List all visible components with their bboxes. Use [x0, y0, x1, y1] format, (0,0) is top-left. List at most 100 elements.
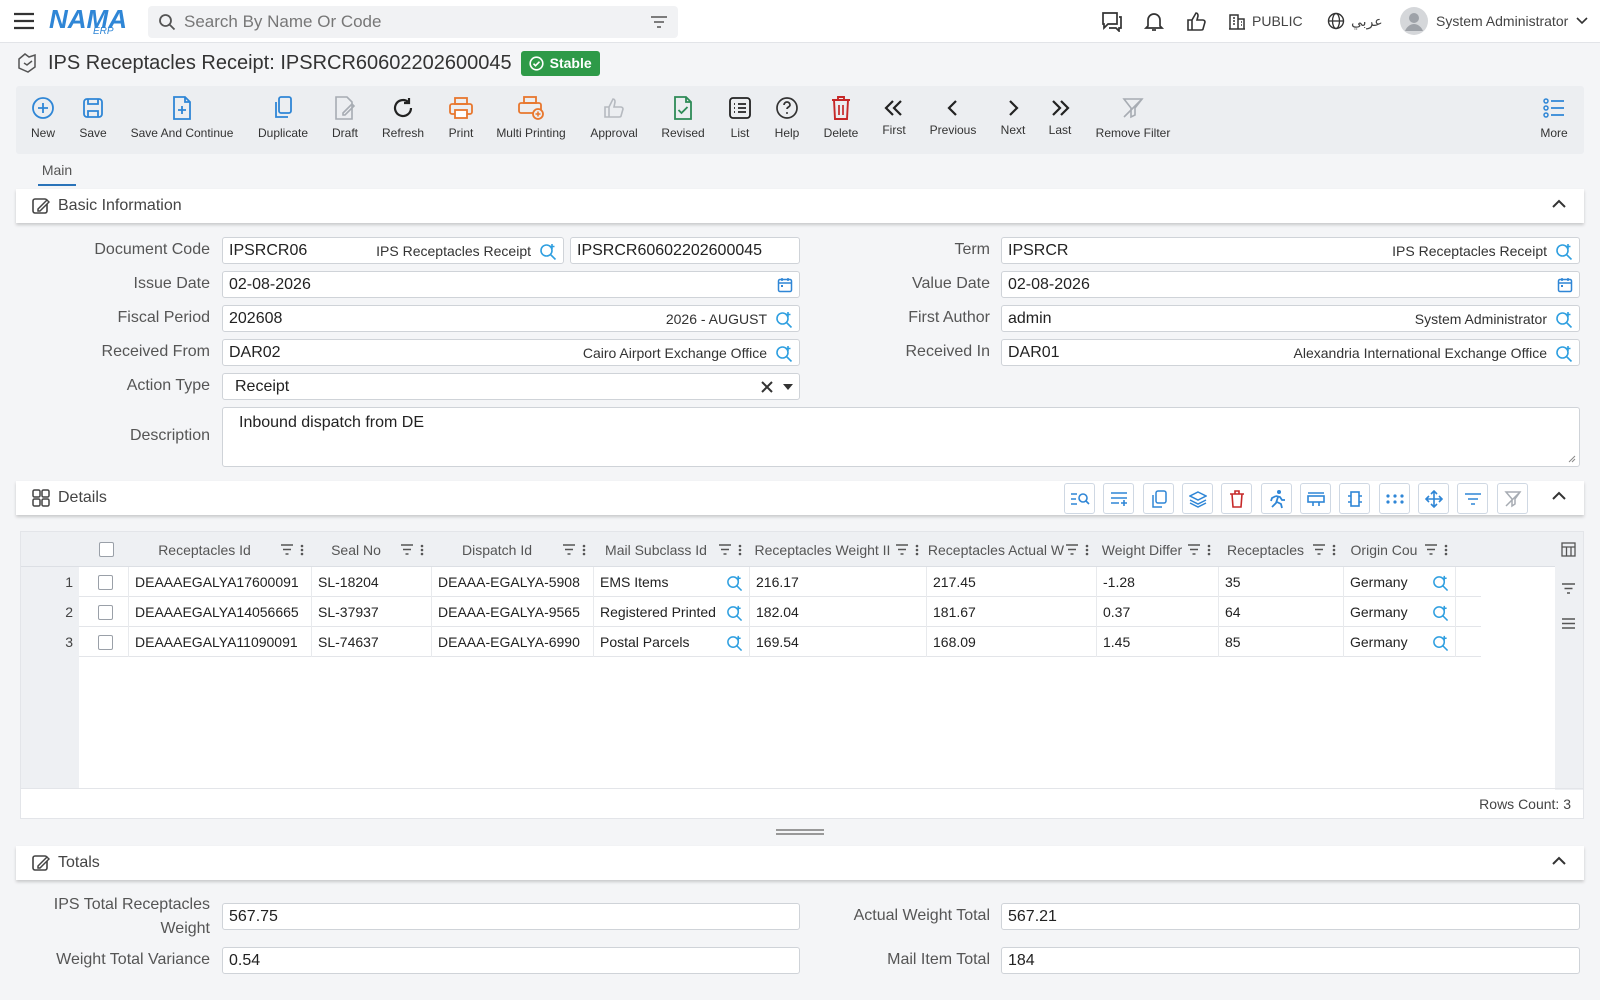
lookup-icon[interactable] [1555, 242, 1573, 260]
row-checkbox[interactable] [98, 574, 113, 590]
dispatch-id-cell[interactable]: DEAAA-EGALYA-6990 [432, 627, 594, 657]
save-button[interactable]: Save [53, 94, 133, 140]
receptacle-id-cell[interactable]: DEAAAEGALYA11090091 [129, 627, 312, 657]
run-button[interactable] [1261, 483, 1292, 514]
column-header[interactable]: Seal No [312, 532, 432, 567]
column-header[interactable]: Origin Cou [1344, 532, 1456, 567]
origin-country-cell[interactable]: Germany [1344, 567, 1456, 597]
messages-icon[interactable] [1100, 10, 1124, 32]
nama-logo[interactable]: NAMA ERP [49, 4, 129, 38]
received-from-field[interactable]: DAR02 Cairo Airport Exchange Office [222, 339, 800, 366]
resize-splitter[interactable] [776, 829, 824, 835]
chevron-up-icon[interactable] [1552, 199, 1566, 209]
weight-difference-cell[interactable]: -1.28 [1097, 567, 1219, 597]
table-row[interactable]: 2 DEAAAEGALYA14056665 SL-37937 DEAAA-EGA… [21, 597, 1481, 627]
value-date-field[interactable]: 02-08-2026 [1001, 271, 1580, 298]
lookup-icon[interactable] [1432, 604, 1449, 621]
mail-subclass-cell[interactable]: Registered Printed [594, 597, 750, 627]
language-switcher[interactable]: عربي [1327, 12, 1383, 30]
notifications-icon[interactable] [1143, 10, 1165, 32]
issue-date-field[interactable]: 02-08-2026 [222, 271, 800, 298]
lookup-icon[interactable] [1432, 634, 1449, 651]
copy-rows-button[interactable] [1143, 483, 1174, 514]
lookup-icon[interactable] [775, 344, 793, 362]
filter-panel-icon[interactable] [1561, 582, 1576, 595]
grid-remove-filter-button[interactable] [1497, 483, 1528, 514]
seal-no-cell[interactable]: SL-18204 [312, 567, 432, 597]
column-header[interactable]: Weight Differ [1097, 532, 1219, 567]
search-filter-icon[interactable] [650, 15, 668, 29]
clear-icon[interactable] [761, 380, 773, 393]
print-button[interactable]: Print [421, 94, 501, 140]
actual-weight-cell[interactable]: 168.09 [927, 627, 1097, 657]
lookup-icon[interactable] [1432, 574, 1449, 591]
dots-grid-button[interactable] [1379, 483, 1410, 514]
remove-filter-button[interactable]: Remove Filter [1093, 94, 1173, 140]
search-bar[interactable]: Search By Name Or Code [148, 6, 678, 38]
calendar-icon[interactable] [1557, 277, 1573, 293]
column-header[interactable]: Dispatch Id [432, 532, 594, 567]
mail-item-total-field[interactable]: 184 [1001, 947, 1580, 974]
lookup-icon[interactable] [1555, 344, 1573, 362]
menu-lines-icon[interactable] [1561, 617, 1576, 630]
origin-country-cell[interactable]: Germany [1344, 627, 1456, 657]
weight-total-variance-field[interactable]: 0.54 [222, 947, 800, 974]
add-row-button[interactable] [1103, 483, 1134, 514]
receptacles-cell[interactable]: 35 [1219, 567, 1344, 597]
receptacles-cell[interactable]: 85 [1219, 627, 1344, 657]
multi-printing-button[interactable]: Multi Printing [491, 94, 571, 140]
last-button[interactable]: Last [1020, 94, 1100, 137]
ips-total-weight-field[interactable]: 567.75 [222, 903, 800, 930]
mail-subclass-cell[interactable]: EMS Items [594, 567, 750, 597]
more-button[interactable]: More [1514, 94, 1594, 140]
fiscal-period-field[interactable]: 202608 2026 - AUGUST [222, 305, 800, 332]
select-all-checkbox[interactable] [98, 542, 114, 557]
lookup-icon[interactable] [726, 574, 743, 591]
weight-difference-cell[interactable]: 1.45 [1097, 627, 1219, 657]
description-textarea[interactable]: Inbound dispatch from DE [222, 407, 1580, 467]
actual-weight-total-field[interactable]: 567.21 [1001, 903, 1580, 930]
first-author-field[interactable]: admin System Administrator [1001, 305, 1580, 332]
column-header[interactable]: Mail Subclass Id [594, 532, 750, 567]
table-row[interactable]: 3 DEAAAEGALYA11090091 SL-74637 DEAAA-EGA… [21, 627, 1481, 657]
chevron-up-icon[interactable] [1552, 491, 1566, 501]
row-checkbox[interactable] [98, 604, 113, 620]
columns-button[interactable] [1339, 483, 1370, 514]
tab-main[interactable]: Main [38, 162, 76, 186]
mail-subclass-cell[interactable]: Postal Parcels [594, 627, 750, 657]
weight-cell[interactable]: 216.17 [750, 567, 927, 597]
weight-cell[interactable]: 169.54 [750, 627, 927, 657]
column-header[interactable]: Receptacles [1219, 532, 1344, 567]
lookup-icon[interactable] [726, 604, 743, 621]
origin-country-cell[interactable]: Germany [1344, 597, 1456, 627]
receptacle-id-cell[interactable]: DEAAAEGALYA17600091 [129, 567, 312, 597]
grid-filter-button[interactable] [1457, 483, 1488, 514]
document-code-field[interactable]: IPSRCR06 IPS Receptacles Receipt [222, 237, 564, 264]
receptacles-cell[interactable]: 64 [1219, 597, 1344, 627]
seal-no-cell[interactable]: SL-74637 [312, 627, 432, 657]
action-type-select[interactable]: Receipt [222, 373, 800, 400]
branch-selector[interactable]: PUBLIC [1228, 12, 1303, 30]
approval-button[interactable]: Approval [574, 94, 654, 140]
column-header[interactable]: Receptacles Actual W [927, 532, 1097, 567]
user-menu[interactable]: System Administrator [1400, 7, 1588, 35]
move-button[interactable] [1418, 483, 1449, 514]
columns-panel-icon[interactable] [1561, 542, 1576, 557]
row-checkbox[interactable] [98, 634, 113, 650]
lookup-icon[interactable] [775, 310, 793, 328]
document-number-field[interactable]: IPSRCR60602202600045 [570, 237, 800, 264]
table-row[interactable]: 1 DEAAAEGALYA17600091 SL-18204 DEAAA-EGA… [21, 567, 1481, 597]
lookup-icon[interactable] [726, 634, 743, 651]
basic-information-header[interactable]: Basic Information [16, 189, 1584, 223]
term-field[interactable]: IPSRCR IPS Receptacles Receipt [1001, 237, 1580, 264]
like-icon[interactable] [1185, 10, 1207, 32]
chevron-up-icon[interactable] [1552, 856, 1566, 866]
weight-difference-cell[interactable]: 0.37 [1097, 597, 1219, 627]
weight-cell[interactable]: 182.04 [750, 597, 927, 627]
dispatch-id-cell[interactable]: DEAAA-EGALYA-5908 [432, 567, 594, 597]
column-header[interactable]: Receptacles Id [129, 532, 312, 567]
receptacle-id-cell[interactable]: DEAAAEGALYA14056665 [129, 597, 312, 627]
received-in-field[interactable]: DAR01 Alexandria International Exchange … [1001, 339, 1580, 366]
column-header[interactable]: Receptacles Weight II [750, 532, 927, 567]
resize-handle-icon[interactable] [1566, 453, 1576, 463]
